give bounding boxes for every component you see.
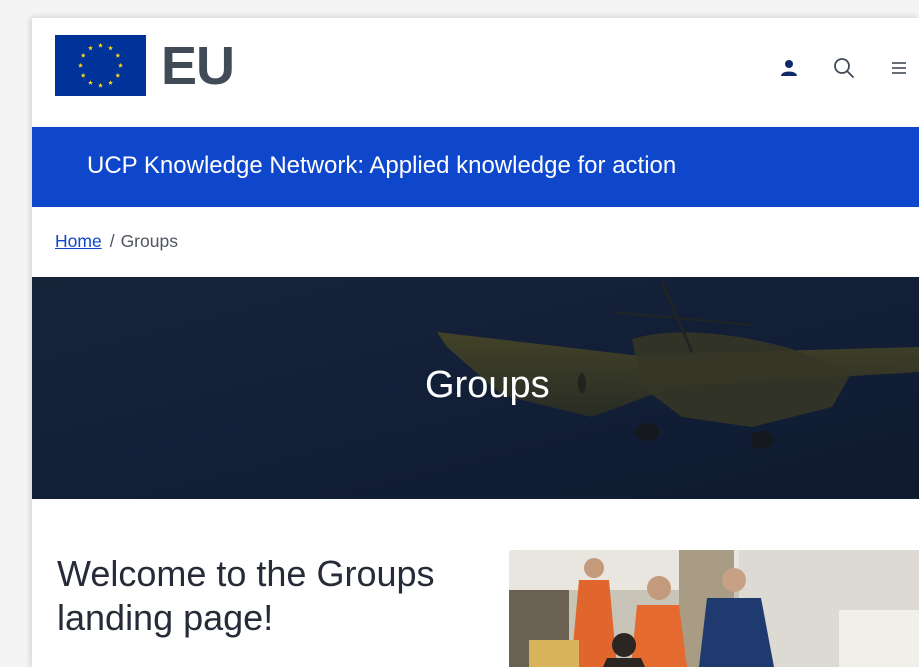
breadcrumb-home-link[interactable]: Home xyxy=(55,231,102,251)
page-frame: EU UCP Knowledge Network: Applied knowle… xyxy=(32,18,919,667)
breadcrumb: Home / Groups xyxy=(55,231,178,252)
welcome-heading: Welcome to the Groups landing page! xyxy=(57,553,435,638)
breadcrumb-current: Groups xyxy=(120,231,178,251)
menu-icon[interactable] xyxy=(887,56,911,80)
logo-text: EU xyxy=(161,35,235,96)
page-title: Groups xyxy=(425,364,550,406)
site-name[interactable]: UCP Knowledge Network: Applied knowledge… xyxy=(87,152,676,180)
page-hero: Groups xyxy=(32,277,919,499)
eu-logo[interactable]: EU xyxy=(55,35,235,96)
site-name-banner: UCP Knowledge Network: Applied knowledge… xyxy=(32,127,919,207)
user-icon[interactable] xyxy=(777,56,801,80)
search-icon[interactable] xyxy=(832,56,856,80)
breadcrumb-separator: / xyxy=(109,231,115,251)
team-photo xyxy=(509,550,919,667)
eu-flag-icon xyxy=(55,35,146,96)
site-header: EU xyxy=(32,18,919,127)
header-actions xyxy=(777,56,919,80)
